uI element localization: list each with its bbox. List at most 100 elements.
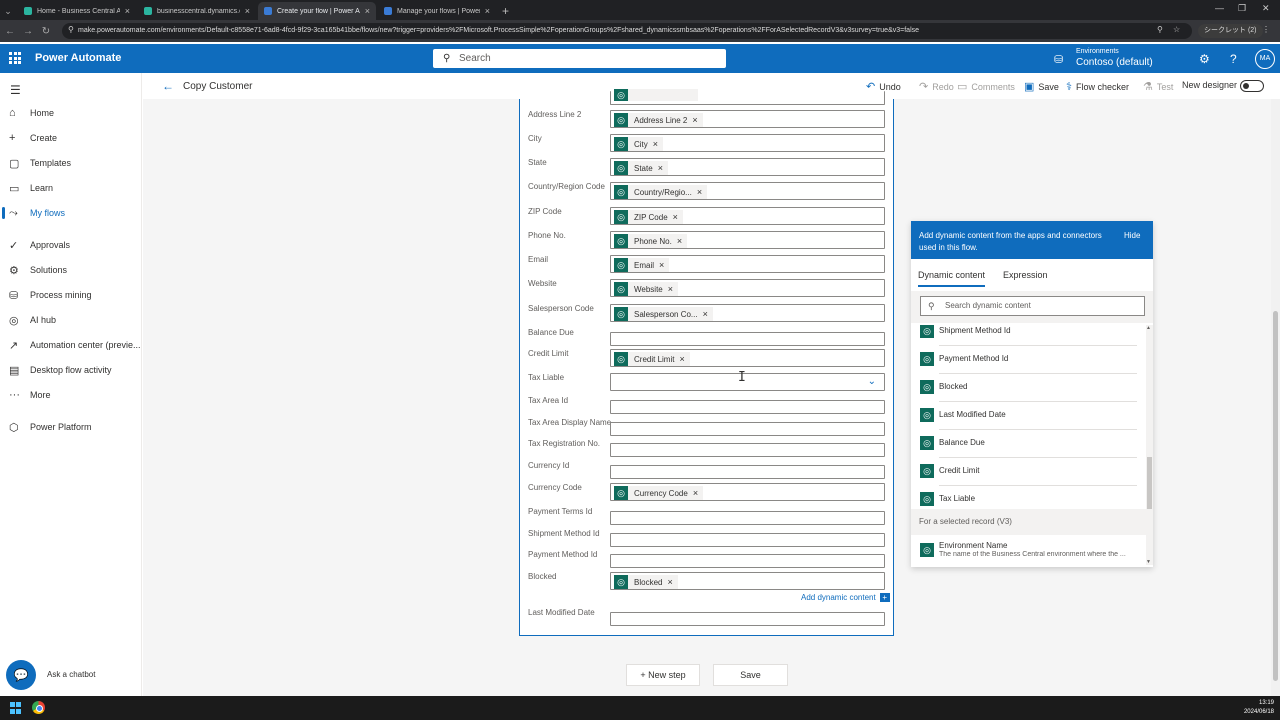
- field-input[interactable]: ◎ Blocked ×: [610, 572, 885, 590]
- sidebar-item[interactable]: ⌂ Home: [0, 103, 141, 123]
- app-launcher-icon[interactable]: [9, 52, 21, 64]
- scroll-down-icon[interactable]: ▼: [1146, 559, 1151, 565]
- field-input[interactable]: ◎ ZIP Code ×: [610, 207, 885, 225]
- dynamic-token[interactable]: ◎ Credit Limit ×: [614, 352, 690, 366]
- new-step-button[interactable]: + New step: [626, 664, 700, 686]
- comments-button[interactable]: ▭ Comments: [957, 80, 1015, 93]
- scroll-up-icon[interactable]: ▲: [1146, 325, 1151, 331]
- browser-menu-icon[interactable]: ⋮: [1262, 25, 1270, 34]
- environment-selector[interactable]: Contoso (default): [1076, 57, 1153, 68]
- field-input[interactable]: ◎ Country/Regio... ×: [610, 182, 885, 200]
- field-input[interactable]: [610, 422, 885, 436]
- token-remove-icon[interactable]: ×: [703, 309, 708, 319]
- add-dynamic-content-link[interactable]: Add dynamic content +: [801, 593, 890, 602]
- token-remove-icon[interactable]: ×: [679, 354, 684, 364]
- forward-icon[interactable]: →: [20, 26, 36, 37]
- dynamic-token[interactable]: ◎ Salesperson Co... ×: [614, 307, 713, 321]
- sidebar-item[interactable]: ✓ Approvals: [0, 235, 141, 255]
- tab-expression[interactable]: Expression: [1003, 270, 1048, 280]
- browser-tab[interactable]: Create your flow | Power Automate ×: [258, 2, 376, 20]
- hide-panel-link[interactable]: Hide: [1124, 231, 1140, 240]
- token-remove-icon[interactable]: ×: [693, 488, 698, 498]
- dynamic-token[interactable]: ◎ Address Line 2 ×: [614, 113, 703, 127]
- incognito-profile[interactable]: シークレット (2): [1198, 24, 1263, 38]
- browser-tab[interactable]: Manage your flows | Power Automate ×: [378, 2, 496, 20]
- field-input[interactable]: [610, 511, 885, 525]
- field-input[interactable]: ◎ Salesperson Co... ×: [610, 304, 885, 322]
- redo-button[interactable]: ↷ Redo: [919, 80, 954, 93]
- partial-field-box[interactable]: ◎: [610, 89, 885, 105]
- new-designer-toggle[interactable]: [1240, 80, 1264, 92]
- back-arrow-icon[interactable]: ←: [162, 79, 174, 93]
- field-input[interactable]: ◎ Email ×: [610, 255, 885, 273]
- field-input[interactable]: [610, 612, 885, 626]
- dynamic-token[interactable]: ◎ Phone No. ×: [614, 234, 688, 248]
- canvas-scrollbar-thumb[interactable]: [1273, 311, 1278, 681]
- sidebar-item[interactable]: ↗ Automation center (previe...: [0, 335, 141, 355]
- close-window-icon[interactable]: ✕: [1262, 3, 1270, 14]
- dynamic-content-item[interactable]: ◎ Credit Limit: [911, 458, 1146, 486]
- canvas-scrollbar[interactable]: [1271, 99, 1280, 696]
- dynamic-token[interactable]: ◎ ZIP Code ×: [614, 210, 683, 224]
- bookmark-star-icon[interactable]: ☆: [1173, 25, 1180, 34]
- app-title[interactable]: Power Automate: [35, 52, 121, 64]
- sidebar-item[interactable]: ▢ Templates: [0, 153, 141, 173]
- tab-close-icon[interactable]: ×: [365, 6, 370, 16]
- sidebar-item[interactable]: ▤ Desktop flow activity: [0, 360, 141, 380]
- dynamic-token[interactable]: ◎ Website ×: [614, 282, 679, 296]
- dynamic-content-item[interactable]: ◎ Balance Due: [911, 430, 1146, 458]
- flow-name[interactable]: Copy Customer: [183, 81, 252, 92]
- dynamic-content-item[interactable]: ◎ Payment Method Id: [911, 346, 1146, 374]
- token-remove-icon[interactable]: ×: [668, 284, 673, 294]
- field-input[interactable]: ◎ Credit Limit ×: [610, 349, 885, 367]
- back-icon[interactable]: ←: [2, 26, 18, 37]
- field-input[interactable]: [610, 465, 885, 479]
- chatbot-label[interactable]: Ask a chatbot: [47, 670, 95, 679]
- canvas-save-button[interactable]: Save: [713, 664, 788, 686]
- dynamic-content-item[interactable]: ◎ Environment Name The name of the Busines…: [911, 537, 1146, 565]
- sidebar-item[interactable]: ⚙ Solutions: [0, 260, 141, 280]
- flow-checker-button[interactable]: ⚕ Flow checker: [1066, 80, 1129, 93]
- field-input[interactable]: ◎ Website ×: [610, 279, 885, 297]
- token-remove-icon[interactable]: ×: [659, 260, 664, 270]
- sidebar-item[interactable]: ⤳ My flows: [0, 203, 141, 223]
- field-input[interactable]: [610, 443, 885, 457]
- dynamic-token[interactable]: ◎ Email ×: [614, 258, 670, 272]
- settings-gear-icon[interactable]: ⚙: [1199, 52, 1210, 66]
- field-input[interactable]: [610, 533, 885, 547]
- sidebar-item[interactable]: + Create: [0, 128, 141, 148]
- sidebar-item[interactable]: ◎ AI hub: [0, 310, 141, 330]
- dynamic-list-scroll-thumb[interactable]: [1147, 457, 1152, 509]
- token-remove-icon[interactable]: ×: [658, 163, 663, 173]
- chevron-down-icon[interactable]: ⌄: [868, 376, 876, 387]
- reload-icon[interactable]: ↻: [38, 26, 54, 37]
- field-input[interactable]: [610, 554, 885, 568]
- token-remove-icon[interactable]: ×: [692, 115, 697, 125]
- sidebar-item[interactable]: ⬡ Power Platform: [0, 417, 141, 437]
- hamburger-menu-icon[interactable]: ☰: [10, 83, 21, 97]
- field-input[interactable]: ◎ Currency Code ×: [610, 483, 885, 501]
- dynamic-token[interactable]: ◎ Country/Regio... ×: [614, 185, 708, 199]
- site-info-icon[interactable]: ⚲: [68, 25, 74, 34]
- sidebar-item[interactable]: ··· More: [0, 385, 141, 405]
- tab-close-icon[interactable]: ×: [485, 6, 490, 16]
- dynamic-token[interactable]: ◎ State ×: [614, 161, 668, 175]
- dynamic-content-item[interactable]: ◎ Shipment Method Id: [911, 325, 1146, 346]
- dynamic-content-item[interactable]: ◎ Blocked: [911, 374, 1146, 402]
- chrome-icon[interactable]: [32, 701, 45, 714]
- dynamic-token[interactable]: ◎ City ×: [614, 137, 664, 151]
- test-button[interactable]: ⚗ Test: [1143, 80, 1173, 93]
- browser-tab[interactable]: businesscentral.dynamics.com/ ×: [138, 2, 256, 20]
- sidebar-item[interactable]: ▭ Learn: [0, 178, 141, 198]
- field-input[interactable]: ◎ Address Line 2 ×: [610, 110, 885, 128]
- chatbot-icon[interactable]: 💬: [6, 660, 36, 690]
- sidebar-item[interactable]: ⛁ Process mining: [0, 285, 141, 305]
- dynamic-search-input[interactable]: ⚲ Search dynamic content: [920, 296, 1145, 316]
- field-input[interactable]: ◎ City ×: [610, 134, 885, 152]
- field-input[interactable]: ⌄: [610, 373, 885, 391]
- field-input[interactable]: [610, 332, 885, 346]
- token-remove-icon[interactable]: ×: [667, 577, 672, 587]
- token-remove-icon[interactable]: ×: [677, 236, 682, 246]
- user-avatar[interactable]: MA: [1255, 49, 1275, 69]
- minimize-icon[interactable]: —: [1215, 3, 1224, 13]
